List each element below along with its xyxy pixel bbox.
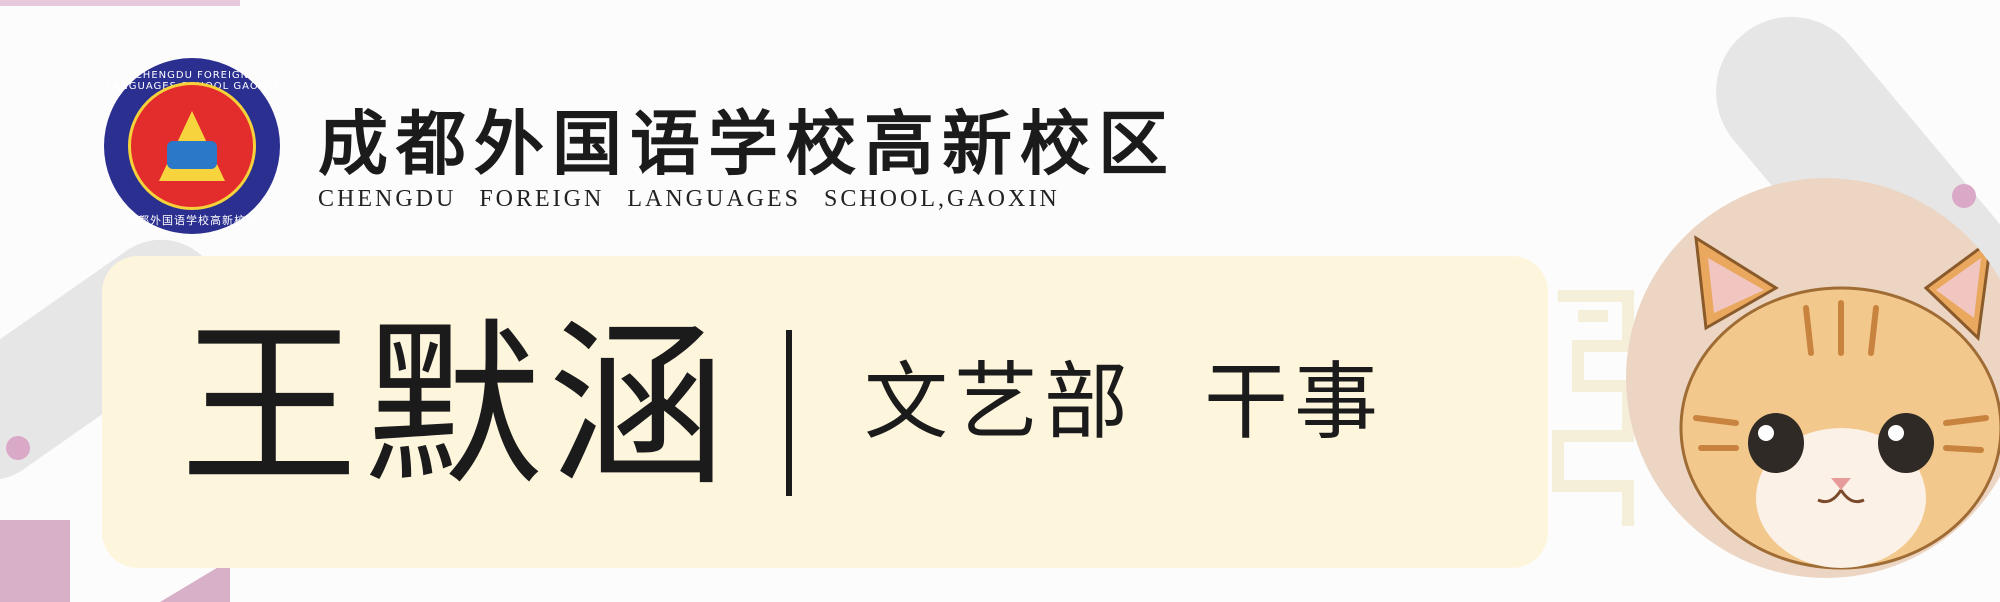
decor-bottom-left-block [0, 520, 70, 602]
role-line: 文艺部 干事 [864, 360, 1384, 444]
decor-pink-dot [6, 436, 30, 460]
school-name-en: CHENGDU FOREIGN LANGUAGES SCHOOL,GAOXIN [318, 186, 1060, 212]
logo-c-shape [167, 141, 217, 169]
department-label: 文艺部 [864, 353, 1135, 451]
logo-emblem [128, 82, 256, 210]
person-name: 王默涵 [180, 303, 732, 510]
avatar [1626, 178, 2000, 578]
decor-maze-pattern [1552, 290, 1634, 526]
kitten-icon [1679, 235, 2000, 570]
school-name-cn: 成都外国语学校高新校区 [318, 102, 1176, 185]
decor-top-bar [0, 0, 240, 6]
school-logo: CHENGDU FOREIGN LANGUAGES SCHOOL GAOXIN … [104, 58, 280, 234]
logo-text-bottom: 成都外国语学校高新校区 [126, 214, 258, 227]
position-label: 干事 [1204, 353, 1385, 451]
decor-pink-dot [1952, 184, 1976, 208]
vertical-divider [786, 330, 792, 496]
